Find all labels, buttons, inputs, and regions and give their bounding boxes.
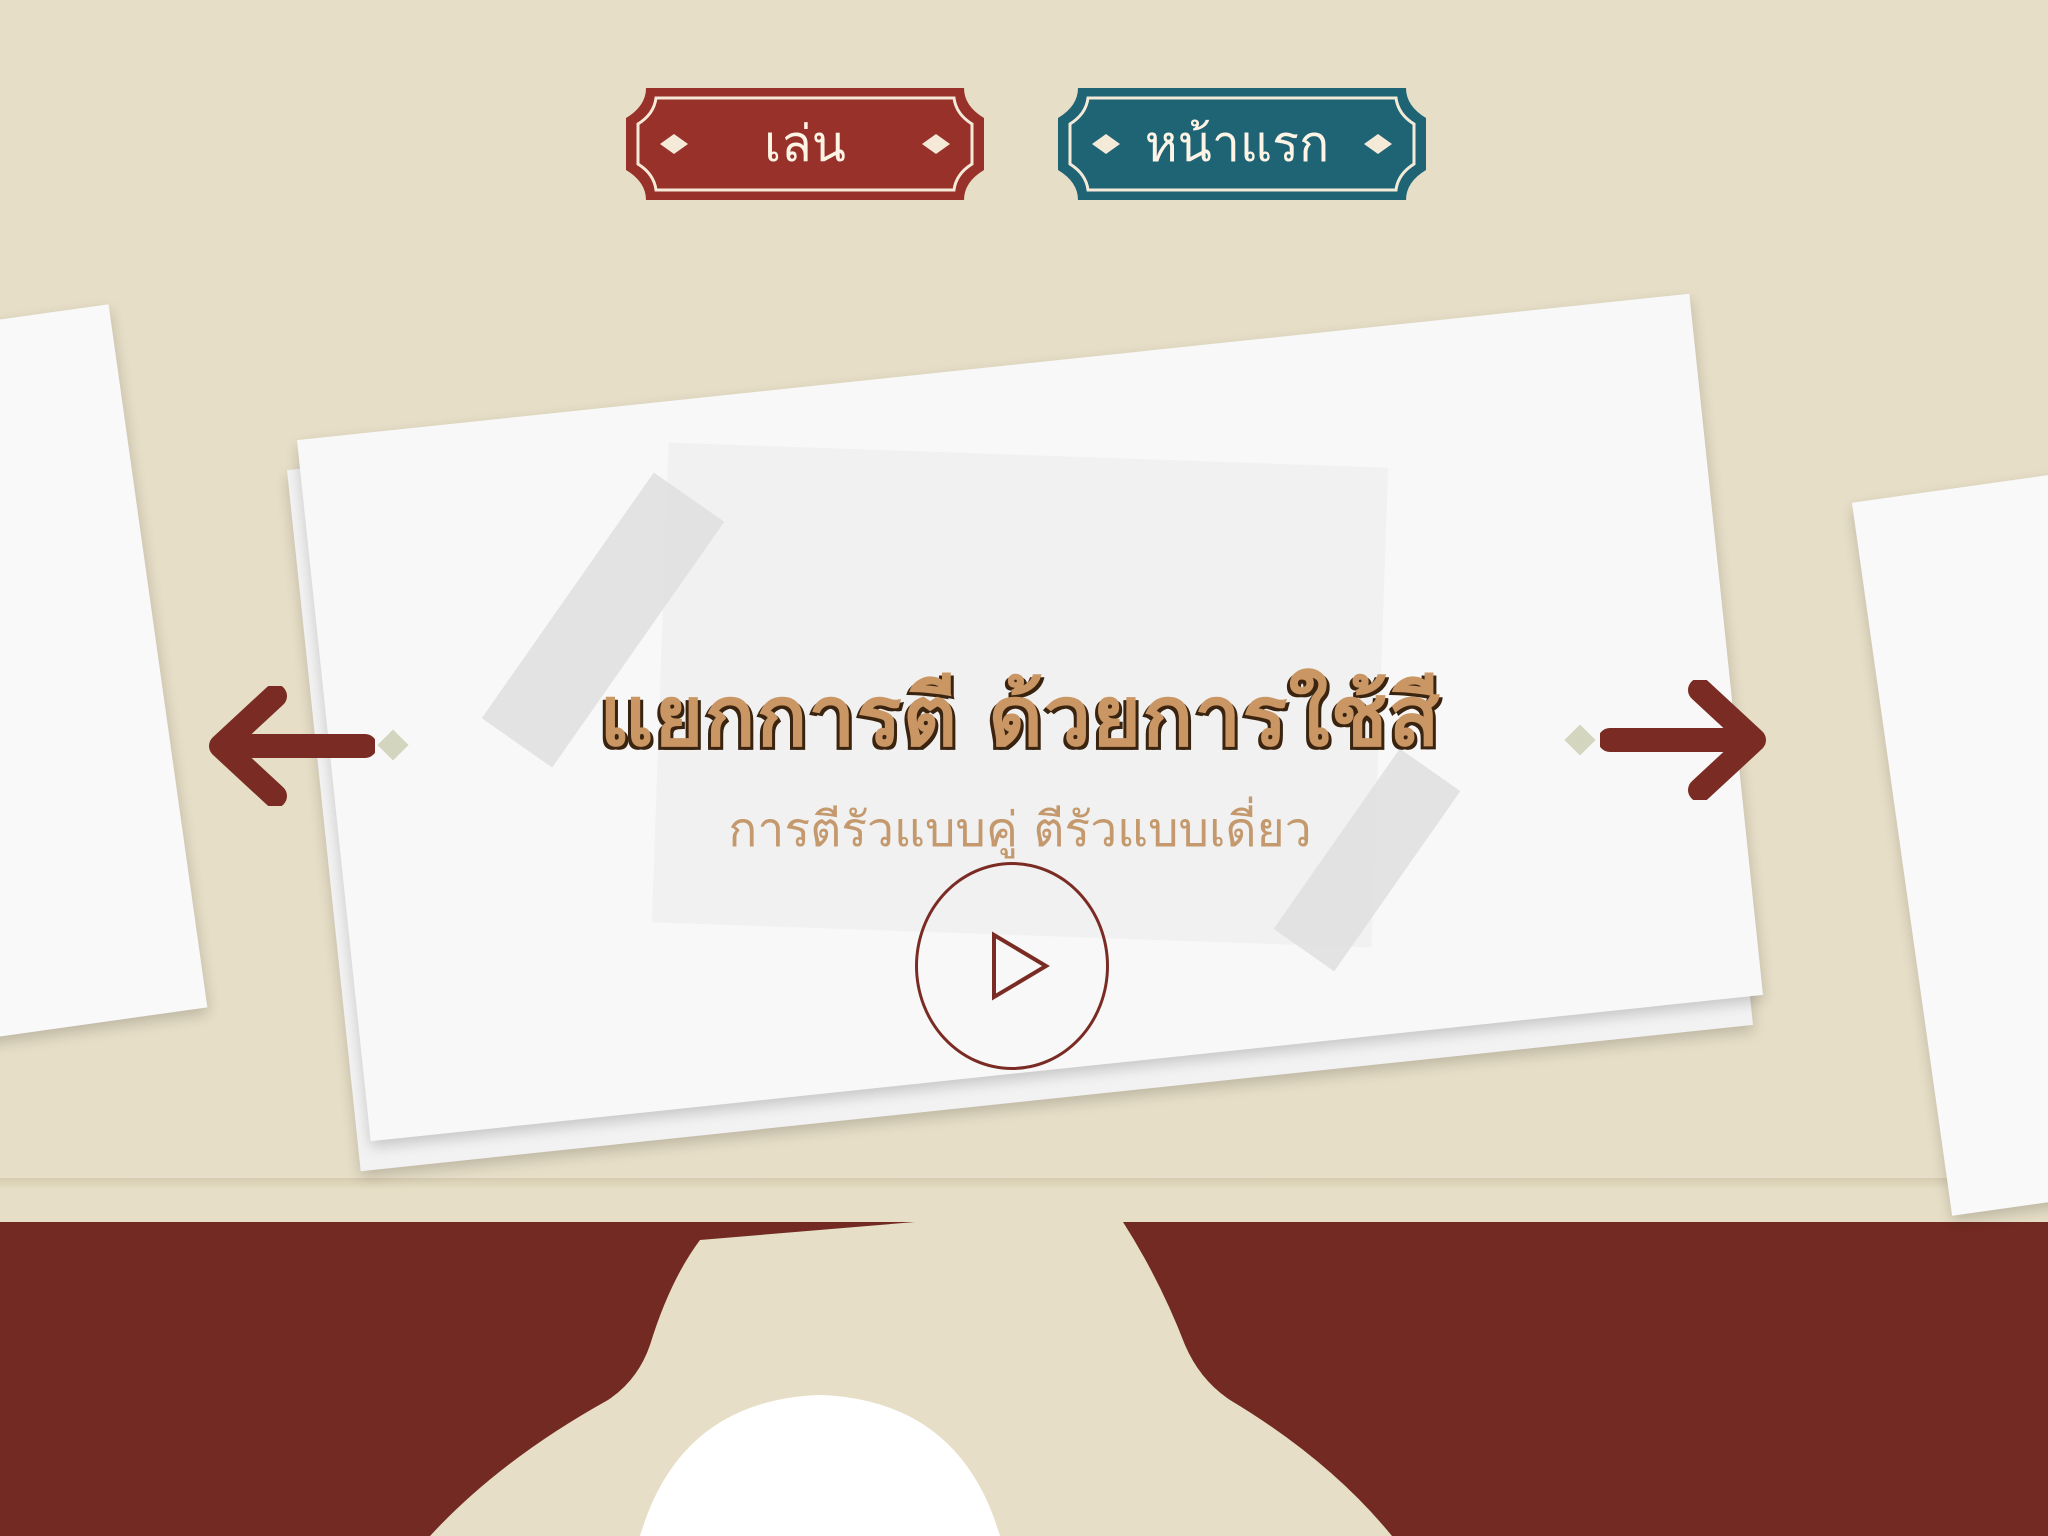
play-button-label: เล่น [764, 115, 846, 172]
arrow-right-icon [1598, 678, 1766, 802]
previous-arrow-button[interactable] [205, 684, 377, 810]
next-arrow-button[interactable] [1598, 678, 1770, 804]
next-card-paper[interactable] [1851, 444, 2048, 1216]
previous-card-paper[interactable] [0, 304, 208, 1066]
play-button[interactable]: เล่น [626, 88, 984, 200]
lesson-title: แยกการตี ด้วยการใช้สี [599, 667, 1441, 765]
table-edge-shadow [0, 1178, 2048, 1190]
arrow-left-icon [209, 684, 377, 808]
play-triangle-icon [992, 931, 1050, 1001]
home-button[interactable]: หน้าแรก [1058, 88, 1426, 200]
start-lesson-button[interactable] [915, 862, 1109, 1070]
lesson-subtitle: การตีรัวแบบคู่ ตีรัวแบบเดี่ยว [728, 802, 1312, 858]
home-button-label: หน้าแรก [1144, 115, 1330, 172]
lesson-carousel-screen: เล่น หน้าแรก แยกการตี ด้วยการใช้สี การตี… [0, 0, 2048, 1536]
bottom-band [0, 1222, 2048, 1536]
